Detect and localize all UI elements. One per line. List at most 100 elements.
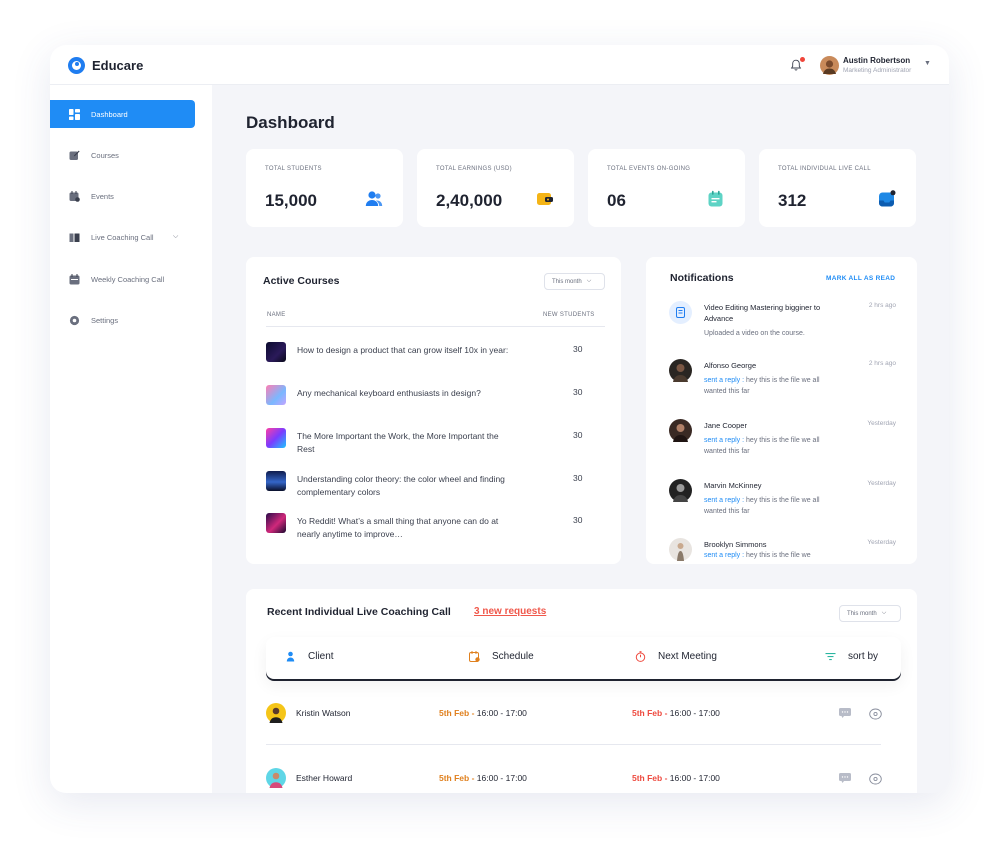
- divider: [266, 326, 605, 327]
- notification-title: Marvin McKinney: [704, 481, 762, 490]
- course-new-students: 30: [573, 515, 583, 525]
- stat-value: 312: [778, 191, 807, 210]
- notification-item[interactable]: Brooklyn Simmons Yesterday sent a reply …: [669, 538, 899, 564]
- column-label: Schedule: [492, 651, 534, 662]
- mark-all-read-link[interactable]: MARK ALL AS READ: [826, 275, 895, 282]
- notification-message: hey this is the file we: [746, 552, 811, 559]
- list-item[interactable]: Understanding color theory: the color wh…: [266, 471, 605, 511]
- next-meeting-time: 16:00 - 17:00: [669, 773, 720, 783]
- list-item[interactable]: How to design a product that can grow it…: [266, 342, 605, 382]
- course-name: Understanding color theory: the color wh…: [297, 474, 505, 497]
- divider: [266, 744, 881, 745]
- notification-time: Yesterday: [867, 480, 896, 487]
- stat-label: TOTAL INDIVIDUAL LIVE CALL: [778, 166, 871, 172]
- next-meeting-time: 16:00 - 17:00: [669, 708, 720, 718]
- chat-icon[interactable]: [839, 708, 851, 718]
- column-label: Next Meeting: [658, 651, 717, 662]
- avatar: [669, 538, 692, 561]
- coaching-title: Recent Individual Live Coaching Call: [267, 606, 451, 618]
- chevron-down-icon[interactable]: ⌵: [173, 233, 178, 241]
- notification-title: Brooklyn Simmons: [704, 540, 767, 549]
- new-requests-link[interactable]: 3 new requests: [474, 606, 546, 617]
- user-avatar[interactable]: [820, 56, 839, 75]
- active-courses-filter[interactable]: This month ⌵: [544, 273, 605, 290]
- stat-card-total-events: TOTAL EVENTS ON-GOING 06: [588, 149, 745, 227]
- app-window: Educare Austin Robertson Marketing Admin…: [50, 45, 949, 793]
- sidebar-item-label: Dashboard: [91, 109, 128, 119]
- course-new-students: 30: [573, 430, 583, 440]
- chevron-down-icon: ⌵: [586, 278, 592, 284]
- next-meeting-date: 5th Feb -: [632, 773, 668, 783]
- notification-item[interactable]: Alfonso George 2 hrs ago sent a reply : …: [669, 359, 899, 409]
- notification-title: Jane Cooper: [704, 421, 747, 430]
- stat-card-total-earnings: TOTAL EARNINGS (USD) 2,40,000: [417, 149, 574, 227]
- schedule-time: 16:00 - 17:00: [476, 708, 527, 718]
- educare-logo-icon: [68, 57, 85, 74]
- list-item[interactable]: Yo Reddit! What’s a small thing that any…: [266, 513, 605, 553]
- avatar: [266, 703, 286, 723]
- list-item[interactable]: The More Important the Work, the More Im…: [266, 428, 605, 468]
- avatar: [669, 419, 692, 442]
- sidebar-item-courses[interactable]: Courses: [50, 141, 195, 169]
- sent-reply-link[interactable]: sent a reply :: [704, 437, 744, 444]
- dashboard-icon: [69, 108, 80, 120]
- sidebar-item-dashboard[interactable]: Dashboard: [50, 100, 195, 128]
- timer-icon: [635, 651, 646, 662]
- chat-icon[interactable]: [839, 773, 851, 783]
- stat-label: TOTAL STUDENTS: [265, 166, 322, 172]
- notification-time: 2 hrs ago: [868, 360, 896, 367]
- table-row[interactable]: Esther Howard 5th Feb - 16:00 - 17:00 5t…: [266, 768, 882, 793]
- app-name: Educare: [92, 58, 144, 73]
- column-header-schedule[interactable]: Schedule: [469, 651, 534, 662]
- column-header-next-meeting[interactable]: Next Meeting: [635, 651, 717, 662]
- sidebar-item-label: Live Coaching Call: [91, 232, 154, 242]
- stat-value: 15,000: [265, 191, 317, 210]
- user-name[interactable]: Austin Robertson: [843, 56, 910, 65]
- sidebar-item-settings[interactable]: Settings: [50, 306, 195, 334]
- avatar: [669, 479, 692, 502]
- notification-time: 2 hrs ago: [868, 302, 896, 309]
- sent-reply-link[interactable]: sent a reply :: [704, 497, 744, 504]
- schedule-value: 5th Feb - 16:00 - 17:00: [439, 773, 527, 783]
- notification-item[interactable]: Marvin McKinney Yesterday sent a reply :…: [669, 479, 899, 529]
- coaching-panel: Recent Individual Live Coaching Call 3 n…: [246, 589, 917, 793]
- course-name: Yo Reddit! What’s a small thing that any…: [297, 516, 499, 539]
- view-icon[interactable]: [869, 708, 882, 720]
- view-icon[interactable]: [869, 773, 882, 785]
- notification-item[interactable]: Video Editing Mastering bigginer to Adva…: [669, 301, 899, 351]
- next-meeting-value: 5th Feb - 16:00 - 17:00: [632, 773, 720, 783]
- weekly-calendar-icon: [69, 273, 80, 284]
- wallet-icon: [537, 193, 553, 205]
- table-row[interactable]: Kristin Watson 5th Feb - 16:00 - 17:00 5…: [266, 703, 882, 747]
- filter-value: This month: [552, 278, 582, 285]
- active-courses-title: Active Courses: [263, 275, 340, 287]
- column-header-name: NAME: [267, 312, 286, 318]
- filter-icon: [825, 653, 836, 661]
- sidebar-item-label: Events: [91, 191, 114, 201]
- sort-by-button[interactable]: sort by: [825, 651, 878, 662]
- notification-item[interactable]: Jane Cooper Yesterday sent a reply : hey…: [669, 419, 899, 469]
- stat-label: TOTAL EARNINGS (USD): [436, 166, 512, 172]
- sidebar-item-label: Weekly Coaching Call: [91, 274, 165, 284]
- sent-reply-link[interactable]: sent a reply :: [704, 377, 744, 384]
- notification-body: sent a reply : hey this is the file we: [704, 550, 844, 561]
- client-name: Esther Howard: [296, 773, 353, 783]
- sidebar-item-weekly-coaching-call[interactable]: Weekly Coaching Call: [50, 265, 195, 293]
- sent-reply-link[interactable]: sent a reply :: [704, 552, 744, 559]
- sidebar-item-label: Courses: [91, 150, 119, 160]
- stat-value: 2,40,000: [436, 191, 503, 210]
- active-courses-panel: Active Courses This month ⌵ NAME NEW STUD…: [246, 257, 621, 564]
- sidebar-item-live-coaching-call[interactable]: Live Coaching Call ⌵: [50, 223, 195, 251]
- notification-time: Yesterday: [867, 539, 896, 546]
- column-header-client[interactable]: Client: [285, 651, 334, 662]
- user-role: Marketing Administrator: [843, 67, 912, 74]
- course-new-students: 30: [573, 344, 583, 354]
- chevron-down-icon[interactable]: ▼: [924, 60, 931, 67]
- course-name: How to design a product that can grow it…: [297, 345, 509, 355]
- course-thumbnail: [266, 428, 286, 448]
- list-item[interactable]: Any mechanical keyboard enthusiasts in d…: [266, 385, 605, 425]
- sidebar-item-events[interactable]: Events: [50, 182, 195, 210]
- event-icon: [708, 190, 723, 207]
- coaching-filter[interactable]: This month ⌵: [839, 605, 901, 622]
- notifications-title: Notifications: [670, 272, 734, 284]
